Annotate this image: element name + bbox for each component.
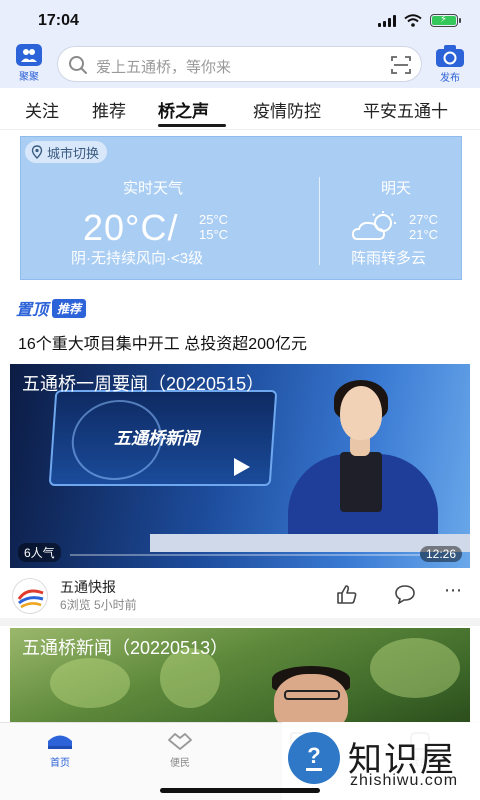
person-glasses bbox=[284, 690, 340, 700]
city-switch-label: 城市切换 bbox=[47, 145, 100, 161]
video-title: 五通桥一周要闻（20220515） bbox=[22, 374, 265, 394]
watermark-sub: zhishiwu.com bbox=[350, 772, 459, 789]
tab-recommend[interactable]: 推荐 bbox=[92, 97, 126, 122]
nav-service-label: 便民 bbox=[170, 758, 190, 769]
city-switch-button[interactable]: 城市切换 bbox=[25, 141, 108, 163]
handshake-icon bbox=[168, 733, 192, 750]
status-bar: 17:04 ⚡ bbox=[0, 0, 480, 42]
video-views: 6人气 bbox=[18, 543, 61, 562]
source-name[interactable]: 五通快报 bbox=[60, 577, 116, 597]
signal-icon bbox=[378, 14, 396, 27]
pinned-header: 置顶 推荐 bbox=[16, 296, 87, 320]
status-time: 17:04 bbox=[38, 12, 79, 29]
video-duration: 12:26 bbox=[419, 546, 462, 562]
video-card-weekly-news[interactable]: 五通桥新闻 五通桥一周要闻（20220515） 6人气 12:26 bbox=[10, 364, 470, 568]
weather-tomorrow-low: 21°C bbox=[409, 227, 439, 242]
juju-label: 聚聚 bbox=[19, 72, 39, 83]
tab-safe-wutong[interactable]: 平安五通十 bbox=[363, 97, 448, 122]
status-icons: ⚡ bbox=[378, 14, 461, 27]
video-progress-track bbox=[70, 554, 420, 556]
more-icon[interactable]: ⋯ bbox=[444, 580, 463, 601]
weather-now-label: 实时天气 bbox=[123, 180, 184, 197]
scan-icon[interactable] bbox=[391, 55, 411, 75]
nav-home-label: 首页 bbox=[50, 758, 70, 769]
play-icon[interactable] bbox=[230, 456, 252, 478]
battery-icon: ⚡ bbox=[430, 14, 461, 27]
tab-follow[interactable]: 关注 bbox=[25, 97, 59, 122]
search-input[interactable]: 爱上五通桥，等你来 bbox=[57, 46, 422, 82]
nav-home[interactable]: 首页 bbox=[30, 731, 90, 769]
juju-icon bbox=[16, 44, 42, 66]
tab-bridge-voice[interactable]: 桥之声 bbox=[158, 97, 209, 122]
video-card-news[interactable]: 五通桥新闻（20220513） bbox=[10, 628, 470, 724]
home-icon bbox=[48, 735, 72, 749]
like-icon[interactable] bbox=[336, 584, 358, 604]
weather-now-low: 15°C bbox=[199, 227, 229, 242]
search-icon bbox=[69, 56, 87, 74]
anchor-face bbox=[340, 386, 382, 440]
weather-now-high: 25°C bbox=[199, 212, 229, 227]
anchor-shirt bbox=[340, 452, 382, 512]
watermark-logo-icon: ? bbox=[288, 732, 340, 784]
wutong-logo-icon bbox=[17, 589, 44, 609]
tab-active-indicator bbox=[158, 124, 226, 127]
foliage bbox=[50, 658, 130, 708]
search-placeholder: 爱上五通桥，等你来 bbox=[96, 59, 232, 76]
camera-icon bbox=[436, 45, 464, 67]
svg-text:?: ? bbox=[307, 743, 320, 768]
wifi-icon bbox=[404, 14, 422, 27]
nav-service[interactable]: 便民 bbox=[150, 731, 210, 769]
publish-button[interactable]: 发布 bbox=[432, 44, 468, 86]
pinned-headline[interactable]: 16个重大项目集中开工 总投资超200亿元 bbox=[18, 330, 307, 354]
weather-tomorrow-label: 明天 bbox=[381, 180, 412, 197]
comment-icon[interactable] bbox=[394, 584, 416, 604]
feed-separator bbox=[0, 618, 480, 626]
recommend-badge: 推荐 bbox=[52, 298, 87, 318]
location-pin-icon bbox=[31, 145, 43, 159]
channel-tabs: 关注 推荐 桥之声 疫情防控 平安五通十 bbox=[0, 88, 480, 130]
tab-epidemic[interactable]: 疫情防控 bbox=[253, 97, 321, 122]
weather-now-desc: 阴·无持续风向·<3级 bbox=[71, 250, 204, 267]
publish-label: 发布 bbox=[440, 73, 460, 84]
partly-cloudy-icon bbox=[351, 211, 396, 240]
weather-divider bbox=[319, 177, 320, 265]
studio-screen-title: 五通桥新闻 bbox=[114, 429, 199, 448]
home-indicator bbox=[160, 788, 320, 793]
pinned-title: 置顶 bbox=[16, 302, 49, 319]
weather-tomorrow-high: 27°C bbox=[409, 212, 439, 227]
foliage bbox=[370, 638, 460, 698]
source-avatar[interactable] bbox=[12, 578, 48, 614]
weather-card[interactable]: 城市切换 实时天气 20°C/ 25°C 15°C 阴·无持续风向·<3级 明天… bbox=[20, 136, 462, 280]
juju-button[interactable]: 聚聚 bbox=[12, 44, 46, 84]
video-title: 五通桥新闻（20220513） bbox=[22, 638, 229, 658]
weather-tomorrow-desc: 阵雨转多云 bbox=[351, 250, 427, 267]
weather-now-temp: 20°C/ bbox=[83, 207, 179, 248]
source-row: 五通快报 6浏览 5小时前 ⋯ bbox=[0, 570, 480, 618]
source-meta: 6浏览 5小时前 bbox=[60, 598, 137, 612]
top-app-bar: 聚聚 爱上五通桥，等你来 发布 bbox=[0, 42, 480, 88]
